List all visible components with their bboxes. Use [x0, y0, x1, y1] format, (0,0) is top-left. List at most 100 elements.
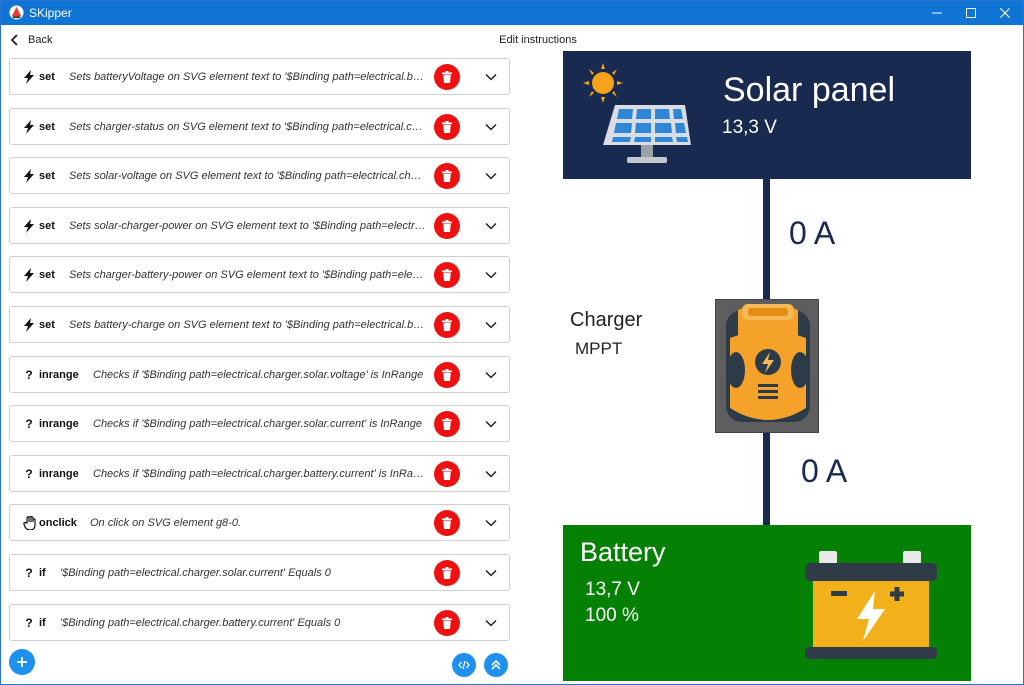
- trash-icon: [442, 71, 452, 83]
- charger-block[interactable]: [715, 299, 819, 433]
- instruction-list: set Sets batteryVoltage on SVG element te…: [9, 58, 510, 653]
- solar-panel-title: Solar panel: [723, 71, 896, 109]
- instruction-description: Sets solar-charger-power on SVG element …: [69, 219, 426, 232]
- expand-instruction-button[interactable]: [482, 415, 500, 433]
- lightning-icon: [22, 70, 36, 84]
- solar-charger-wire: [763, 179, 770, 299]
- delete-instruction-button[interactable]: [434, 163, 460, 190]
- title-bar[interactable]: SKipper: [1, 1, 1023, 25]
- chevron-down-icon: [485, 73, 497, 81]
- delete-instruction-button[interactable]: [434, 460, 460, 487]
- instruction-row[interactable]: ? inrange Checks if '$Binding path=electri…: [9, 405, 510, 443]
- expand-instruction-button[interactable]: [482, 68, 500, 86]
- instruction-keyword: if: [39, 616, 46, 629]
- minimize-button[interactable]: [919, 1, 955, 25]
- chevron-down-icon: [485, 421, 497, 428]
- battery-title: Battery: [580, 537, 666, 567]
- instruction-keyword: set: [39, 120, 55, 133]
- instruction-row[interactable]: set Sets charger-battery-power on SVG ele…: [9, 256, 510, 294]
- trash-icon: [442, 219, 452, 232]
- expand-instruction-button[interactable]: [482, 118, 500, 136]
- instruction-keyword: set: [39, 170, 55, 183]
- lightning-icon: [22, 218, 36, 233]
- expand-instruction-button[interactable]: [482, 614, 500, 632]
- expand-instruction-button[interactable]: [482, 465, 500, 483]
- chevron-down-icon: [485, 222, 497, 230]
- solar-voltage: 13,3 V: [722, 117, 777, 138]
- trash-icon: [442, 120, 452, 133]
- instruction-row[interactable]: ? if '$Binding path=electrical.charger.bat…: [9, 603, 510, 641]
- question-icon: ?: [25, 367, 33, 382]
- battery-block[interactable]: Battery 13,7 V 100 %: [563, 525, 971, 681]
- code-icon: [458, 660, 470, 670]
- trash-icon: [442, 368, 452, 381]
- add-instruction-button[interactable]: [9, 649, 35, 675]
- instruction-keyword: set: [39, 219, 55, 232]
- instruction-row[interactable]: ? if '$Binding path=electrical.charger.sol…: [9, 553, 510, 591]
- back-button[interactable]: Back: [10, 32, 52, 48]
- delete-instruction-button[interactable]: [434, 212, 460, 239]
- chevron-down-icon: [485, 272, 497, 279]
- expand-instruction-button[interactable]: [482, 514, 500, 532]
- instruction-description: Checks if '$Binding path=electrical.char…: [93, 368, 424, 381]
- lightning-icon: [22, 268, 36, 283]
- trash-icon: [442, 318, 452, 331]
- solar-panel-icon: [583, 63, 691, 163]
- instruction-keyword: set: [39, 318, 55, 331]
- hand-icon: [22, 516, 36, 531]
- question-icon: ?: [25, 615, 33, 630]
- delete-instruction-button[interactable]: [434, 64, 460, 90]
- close-button[interactable]: [987, 1, 1023, 25]
- trash-icon: [442, 616, 452, 629]
- question-icon: ?: [25, 565, 33, 580]
- chevron-down-icon: [485, 371, 497, 379]
- solar-panel-block[interactable]: Solar panel 13,3 V: [563, 51, 971, 179]
- instruction-keyword: inrange: [39, 467, 79, 480]
- instruction-row[interactable]: set Sets batteryVoltage on SVG element te…: [9, 58, 510, 95]
- app-window: SKipper Back Edit instructions set Sets b…: [0, 0, 1024, 685]
- delete-instruction-button[interactable]: [434, 361, 460, 388]
- delete-instruction-button[interactable]: [434, 559, 460, 586]
- delete-instruction-button[interactable]: [434, 262, 460, 289]
- instruction-description: On click on SVG element g8-0.: [90, 517, 242, 530]
- expand-instruction-button[interactable]: [482, 266, 500, 284]
- instruction-keyword: set: [39, 71, 55, 83]
- instruction-description: Sets charger-status on SVG element text …: [69, 120, 426, 133]
- charger-label: Charger: [570, 309, 643, 331]
- chevron-down-icon: [485, 321, 497, 329]
- instruction-description: Sets solar-voltage on SVG element text t…: [69, 170, 426, 183]
- expand-instruction-button[interactable]: [482, 167, 500, 185]
- scroll-top-button[interactable]: [484, 653, 508, 677]
- delete-instruction-button[interactable]: [434, 510, 460, 537]
- trash-icon: [442, 269, 452, 282]
- trash-icon: [442, 566, 452, 579]
- charger-mode: MPPT: [575, 339, 623, 358]
- chevron-down-icon: [485, 470, 497, 478]
- delete-instruction-button[interactable]: [434, 411, 460, 438]
- delete-instruction-button[interactable]: [434, 609, 460, 636]
- instruction-row[interactable]: set Sets charger-status on SVG element te…: [9, 107, 510, 145]
- instruction-row[interactable]: ? inrange Checks if '$Binding path=electri…: [9, 454, 510, 492]
- instruction-row[interactable]: ? inrange Checks if '$Binding path=electri…: [9, 355, 510, 393]
- expand-instruction-button[interactable]: [482, 217, 500, 235]
- instruction-row[interactable]: set Sets solar-voltage on SVG element tex…: [9, 157, 510, 195]
- expand-instruction-button[interactable]: [482, 316, 500, 334]
- instruction-description: Sets charger-battery-power on SVG elemen…: [69, 269, 426, 282]
- maximize-button[interactable]: [953, 1, 989, 25]
- instruction-description: Sets battery-charge on SVG element text …: [69, 318, 426, 331]
- lightning-icon: [22, 119, 36, 134]
- chevron-down-icon: [485, 123, 497, 131]
- battery-charge: 100 %: [585, 605, 639, 626]
- minimize-icon: [932, 12, 942, 14]
- expand-instruction-button[interactable]: [482, 366, 500, 384]
- charger-battery-current: 0 A: [801, 453, 848, 489]
- trash-icon: [442, 418, 452, 431]
- instruction-row[interactable]: set Sets solar-charger-power on SVG eleme…: [9, 206, 510, 244]
- instruction-row[interactable]: onclick On click on SVG element g8-0.: [9, 504, 510, 542]
- expand-instruction-button[interactable]: [482, 564, 500, 582]
- instruction-row[interactable]: set Sets battery-charge on SVG element te…: [9, 305, 510, 343]
- double-chevron-up-icon: [491, 659, 501, 670]
- delete-instruction-button[interactable]: [434, 311, 460, 338]
- code-view-button[interactable]: [452, 653, 476, 677]
- delete-instruction-button[interactable]: [434, 113, 460, 140]
